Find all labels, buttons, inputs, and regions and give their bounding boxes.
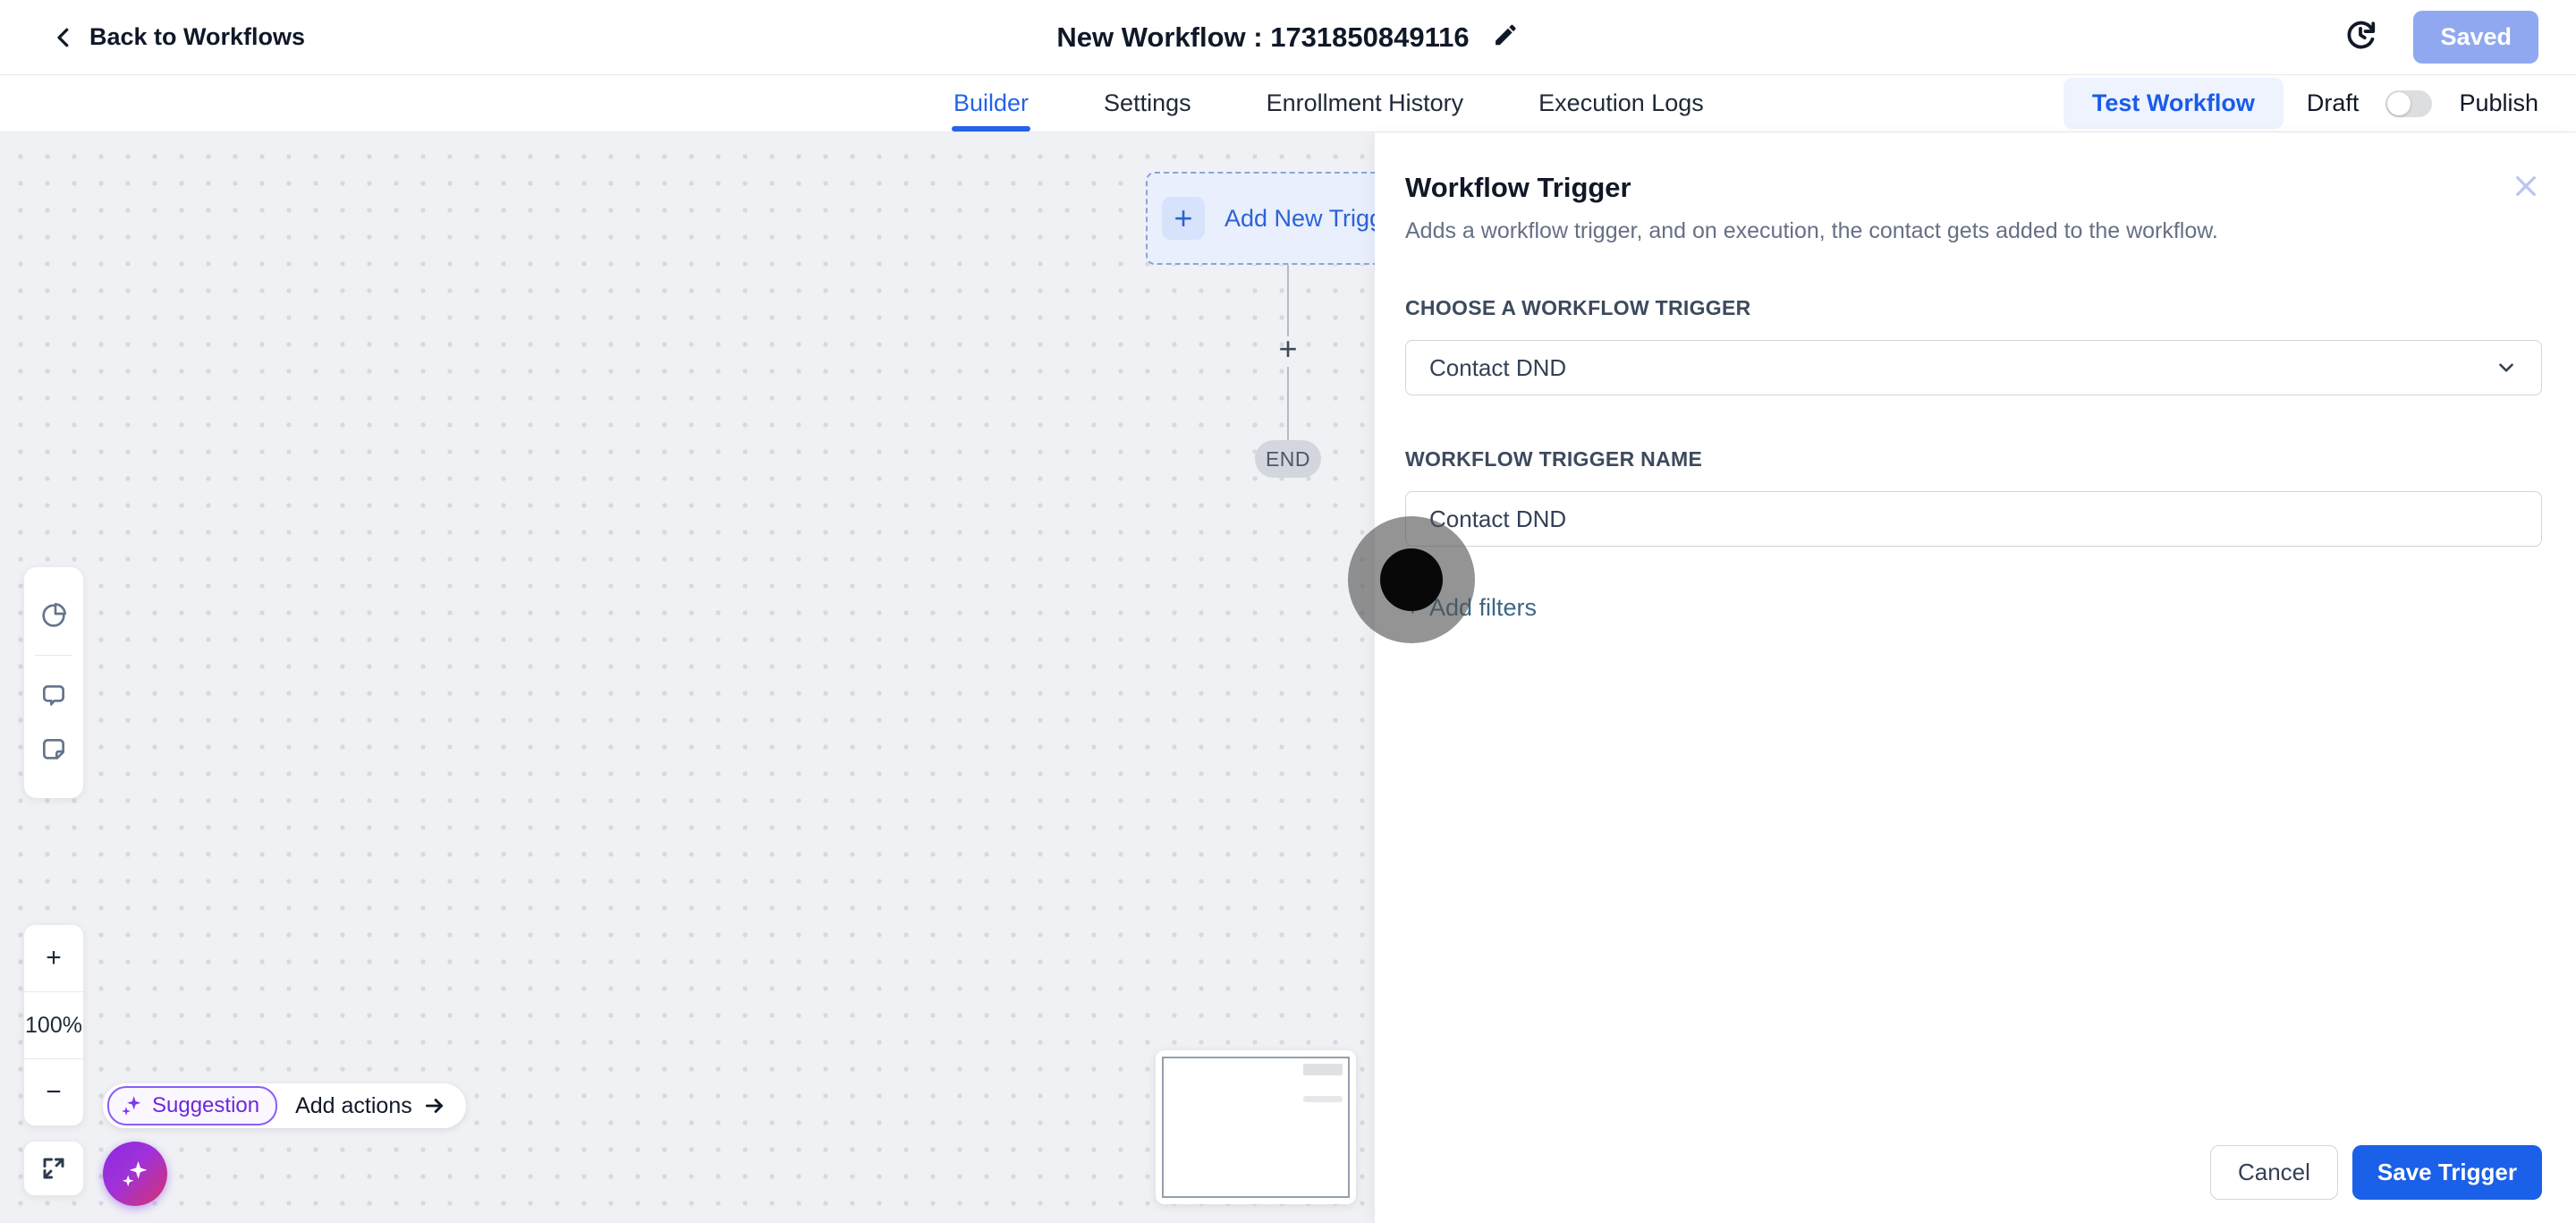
connector-line xyxy=(1287,367,1289,440)
chevron-left-icon xyxy=(50,24,77,51)
history-clock-icon xyxy=(2343,18,2377,52)
back-to-workflows-button[interactable]: Back to Workflows xyxy=(50,23,305,51)
publish-label: Publish xyxy=(2459,89,2538,117)
add-actions-label: Add actions xyxy=(295,1093,412,1119)
suggestion-button[interactable]: Suggestion xyxy=(107,1086,277,1125)
comments-button[interactable] xyxy=(39,682,68,710)
trigger-name-label: WORKFLOW TRIGGER NAME xyxy=(1405,447,2542,471)
add-trigger-label: Add New Trigger xyxy=(1224,205,1375,233)
add-step-button[interactable]: + xyxy=(1274,333,1302,365)
expand-arrows-icon xyxy=(40,1155,67,1182)
pie-chart-icon xyxy=(39,601,68,630)
tab-execution-logs[interactable]: Execution Logs xyxy=(1538,75,1704,132)
workflow-trigger-select[interactable]: Contact DND xyxy=(1405,340,2542,395)
notes-button[interactable] xyxy=(39,735,68,764)
topbar-right: Saved xyxy=(2343,11,2538,64)
ai-assistant-button[interactable] xyxy=(103,1142,167,1206)
plus-icon: + xyxy=(1162,197,1205,240)
tab-settings[interactable]: Settings xyxy=(1104,75,1191,132)
chat-bubble-icon xyxy=(39,682,68,710)
divider xyxy=(35,655,72,656)
minimap-trigger-node xyxy=(1303,1064,1343,1075)
zoom-in-button[interactable]: + xyxy=(24,925,83,991)
sparkles-icon xyxy=(120,1094,143,1117)
tab-enrollment-history[interactable]: Enrollment History xyxy=(1267,75,1464,132)
test-workflow-button[interactable]: Test Workflow xyxy=(2063,78,2284,129)
tab-bar: Builder Settings Enrollment History Exec… xyxy=(0,75,2576,132)
panel-title: Workflow Trigger xyxy=(1405,172,2542,204)
sticky-note-icon xyxy=(39,735,68,764)
zoom-out-button[interactable]: − xyxy=(24,1058,83,1125)
minimap-end-node xyxy=(1303,1096,1343,1102)
tabs: Builder Settings Enrollment History Exec… xyxy=(953,75,1704,132)
cancel-button[interactable]: Cancel xyxy=(2210,1145,2338,1200)
zoom-level: 100% xyxy=(24,991,83,1058)
edit-title-button[interactable] xyxy=(1493,21,1520,53)
top-bar: Back to Workflows New Workflow : 1731850… xyxy=(0,0,2576,75)
suggestion-label: Suggestion xyxy=(152,1093,259,1118)
fit-view-button[interactable] xyxy=(24,1142,83,1195)
minimap-viewport xyxy=(1162,1057,1350,1198)
page-title: New Workflow : 1731850849116 xyxy=(1056,21,1469,54)
zoom-controls: + 100% − xyxy=(24,925,83,1125)
workflow-trigger-panel: Workflow Trigger Adds a workflow trigger… xyxy=(1375,132,2576,1223)
workflow-canvas[interactable]: + Add New Trigger + END + 100% xyxy=(0,132,1375,1223)
add-actions-button[interactable]: Add actions xyxy=(295,1093,446,1119)
close-icon xyxy=(2512,172,2540,200)
pencil-icon xyxy=(1493,21,1520,48)
publish-toggle[interactable] xyxy=(2385,90,2432,117)
choose-trigger-label: CHOOSE A WORKFLOW TRIGGER xyxy=(1405,296,2542,320)
selected-trigger-value: Contact DND xyxy=(1429,354,1566,382)
draft-label: Draft xyxy=(2307,89,2360,117)
sparkles-icon xyxy=(120,1159,150,1189)
add-new-trigger-card[interactable]: + Add New Trigger xyxy=(1146,172,1375,265)
minimap[interactable] xyxy=(1156,1050,1356,1204)
close-panel-button[interactable] xyxy=(2512,172,2540,200)
workflow-title-wrap: New Workflow : 1731850849116 xyxy=(1056,21,1519,54)
plus-icon: + xyxy=(1405,593,1420,623)
connector-line xyxy=(1287,265,1289,336)
back-label: Back to Workflows xyxy=(89,23,305,51)
save-trigger-button[interactable]: Save Trigger xyxy=(2352,1145,2542,1200)
arrow-right-icon xyxy=(423,1094,446,1117)
trigger-name-input[interactable] xyxy=(1405,491,2542,547)
panel-footer: Cancel Save Trigger xyxy=(2210,1145,2542,1200)
version-history-button[interactable] xyxy=(2343,18,2377,56)
canvas-tool-panel xyxy=(24,567,83,798)
chevron-down-icon xyxy=(2495,356,2518,379)
stats-button[interactable] xyxy=(39,601,68,630)
saved-button[interactable]: Saved xyxy=(2413,11,2538,64)
add-filters-button[interactable]: + Add filters xyxy=(1405,593,1537,623)
panel-description: Adds a workflow trigger, and on executio… xyxy=(1405,218,2542,244)
suggestion-bar: Suggestion Add actions xyxy=(103,1083,466,1128)
end-node: END xyxy=(1255,440,1321,478)
toggle-knob xyxy=(2387,92,2411,115)
add-filters-label: Add filters xyxy=(1429,594,1537,622)
tab-builder[interactable]: Builder xyxy=(953,75,1029,132)
tabbar-right: Test Workflow Draft Publish xyxy=(2063,75,2538,132)
